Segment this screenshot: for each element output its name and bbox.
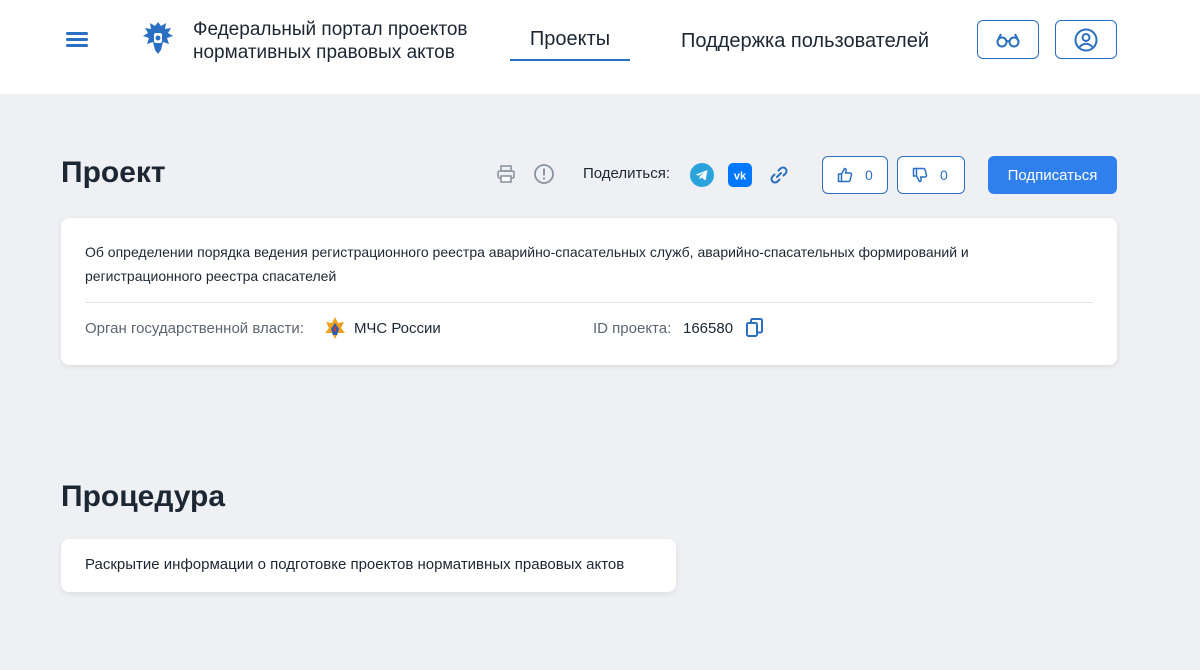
accessibility-button[interactable] — [977, 20, 1039, 59]
like-count: 0 — [865, 167, 873, 183]
dislike-button[interactable]: 0 — [897, 156, 965, 194]
portal-title: Федеральный портал проектов нормативных … — [193, 19, 468, 63]
thumbs-down-icon — [912, 167, 928, 183]
mchs-emblem-icon — [325, 317, 345, 339]
project-id-label: ID проекта: — [593, 320, 672, 337]
coat-of-arms-icon[interactable] — [138, 18, 178, 58]
share-label: Поделиться: — [583, 165, 670, 182]
thumbs-up-icon — [837, 167, 853, 183]
tab-support[interactable]: Поддержка пользователей — [681, 30, 929, 53]
project-heading: Проект — [61, 156, 166, 189]
link-icon[interactable] — [767, 163, 791, 187]
report-icon[interactable] — [533, 163, 555, 185]
svg-text:vk: vk — [734, 171, 747, 183]
telegram-icon[interactable] — [690, 163, 714, 187]
copy-icon[interactable] — [745, 317, 765, 339]
site-header: Федеральный портал проектов нормативных … — [0, 0, 1200, 94]
project-title: Об определении порядка ведения регистрац… — [85, 244, 969, 284]
procedure-text: Раскрытие информации о подготовке проект… — [85, 556, 625, 573]
procedure-card: Раскрытие информации о подготовке проект… — [61, 539, 676, 592]
like-button[interactable]: 0 — [822, 156, 888, 194]
authority-label: Орган государственной власти: — [85, 320, 304, 337]
procedure-heading: Процедура — [61, 480, 226, 513]
user-icon — [1074, 28, 1098, 51]
project-card: Об определении порядка ведения регистрац… — [61, 218, 1117, 365]
vk-icon[interactable]: vk — [728, 163, 752, 187]
subscribe-button[interactable]: Подписаться — [988, 156, 1117, 194]
tab-projects[interactable]: Проекты — [510, 28, 630, 61]
divider — [85, 302, 1093, 303]
print-icon[interactable] — [495, 163, 517, 185]
project-id-value: 166580 — [683, 320, 734, 337]
dislike-count: 0 — [940, 167, 948, 183]
glasses-icon — [996, 33, 1020, 47]
profile-button[interactable] — [1055, 20, 1117, 59]
burger-menu-icon[interactable] — [64, 28, 90, 50]
authority-value[interactable]: МЧС России — [354, 320, 441, 337]
